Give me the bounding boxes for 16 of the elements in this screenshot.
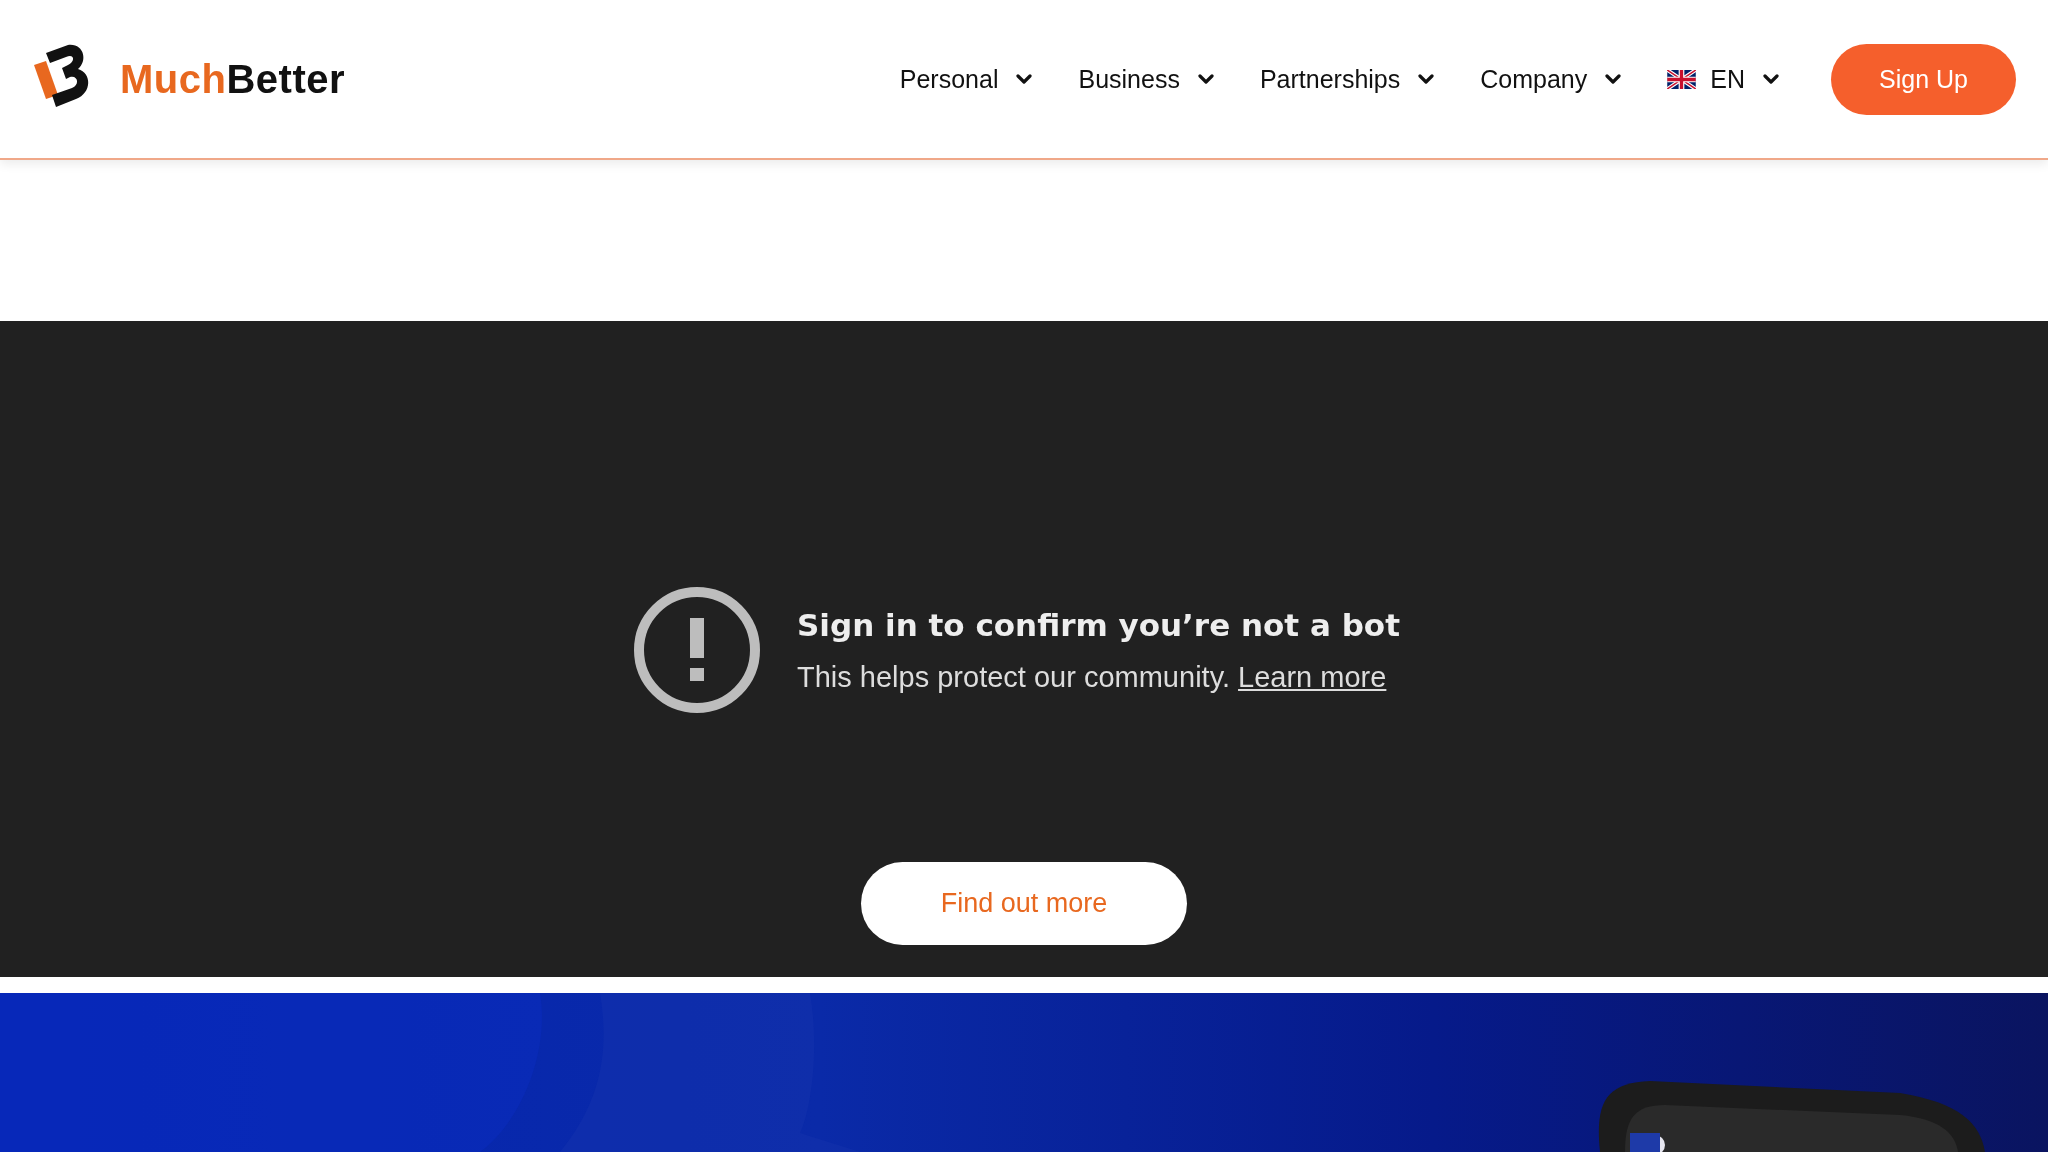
chevron-down-icon (1605, 73, 1622, 85)
language-selector[interactable]: EN (1667, 64, 1779, 94)
flag-icon (1667, 69, 1697, 89)
video-error-message: This helps protect our community. (797, 660, 1231, 694)
chevron-down-icon (1763, 73, 1779, 85)
video-error-title: Sign in to confirm you’re not a bot (797, 606, 1400, 643)
nav-menu[interactable]: Business (1078, 64, 1214, 94)
nav-menu[interactable]: Partnerships (1259, 64, 1435, 94)
chevron-down-icon (1016, 73, 1033, 85)
nav-menu[interactable]: Company (1480, 64, 1622, 94)
learn-more-link[interactable]: Learn more (1238, 660, 1387, 694)
chevron-down-icon (1418, 73, 1435, 85)
warning-icon (633, 586, 761, 714)
chevron-down-icon (1197, 73, 1214, 85)
nav-menu[interactable]: Personal (899, 64, 1033, 94)
logo-text: MuchBetter (120, 56, 346, 102)
